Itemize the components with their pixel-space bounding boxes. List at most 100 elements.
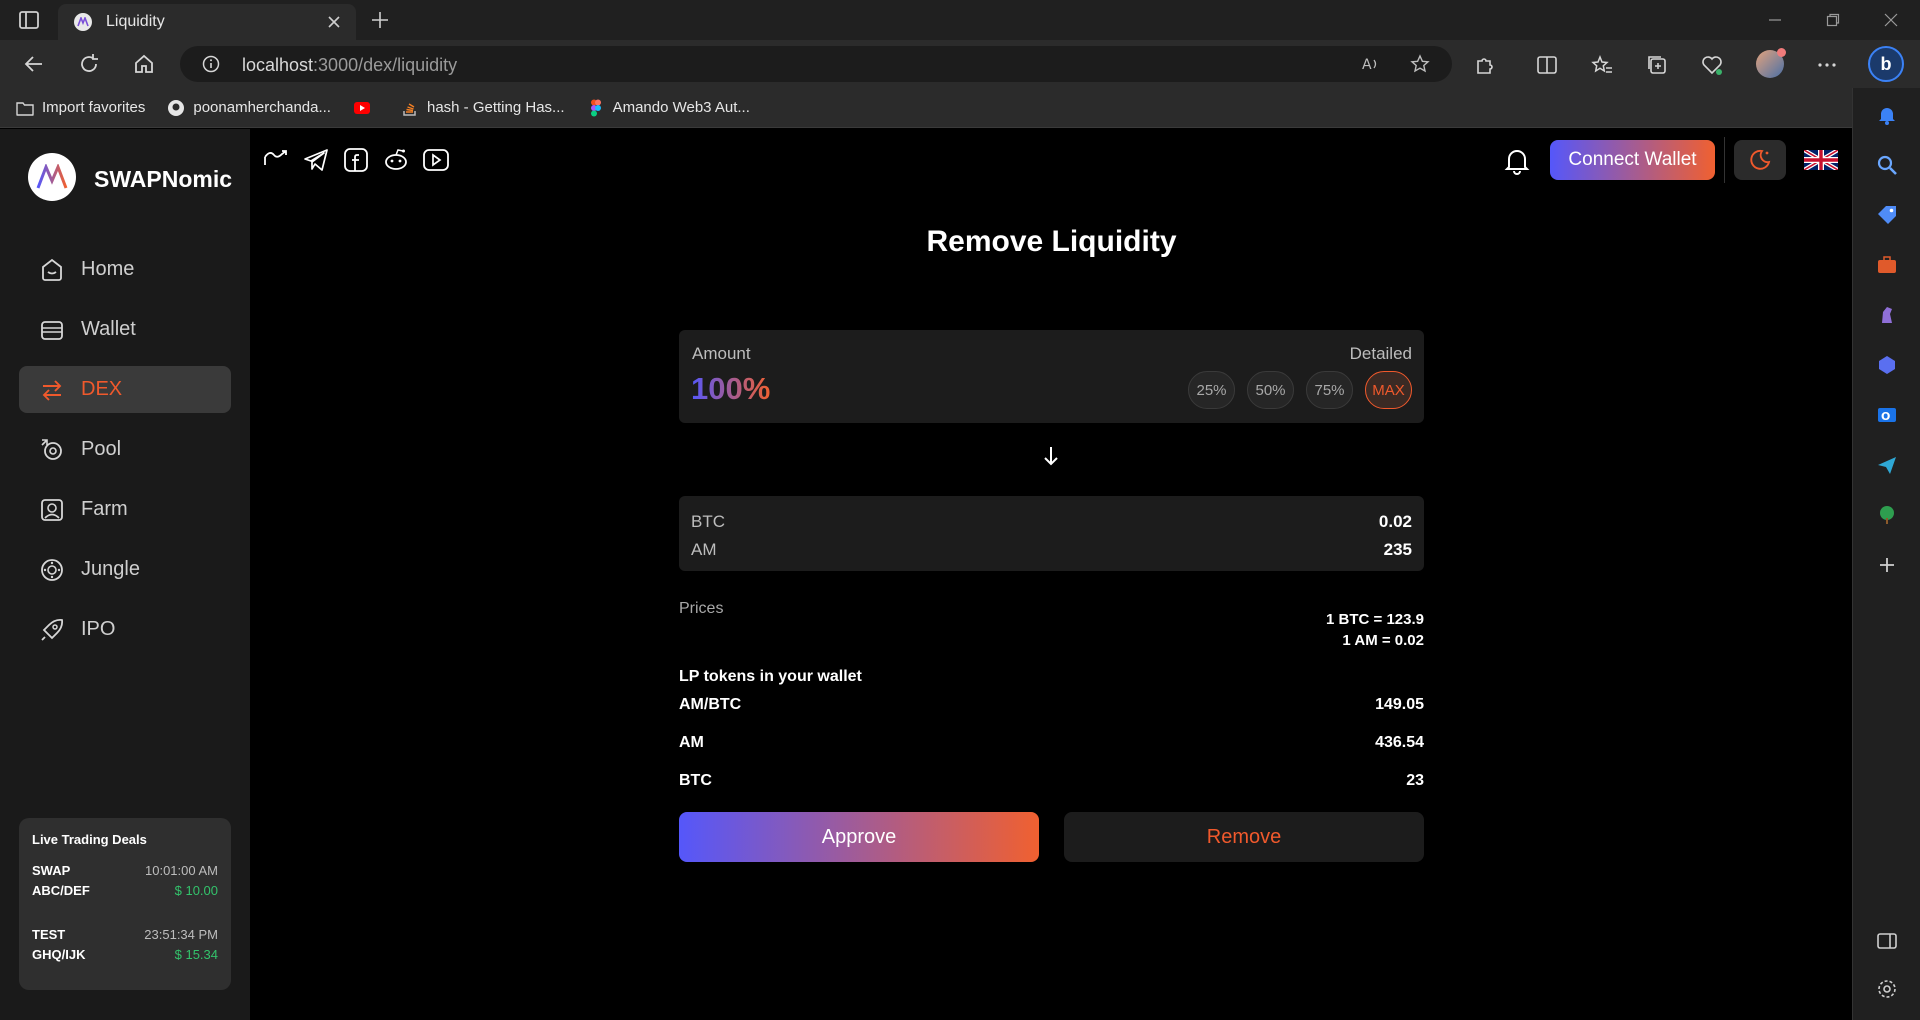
- url-bar[interactable]: localhost:3000/dex/liquidity A: [180, 46, 1452, 82]
- reddit-icon[interactable]: [382, 147, 410, 173]
- microsoft-365-icon[interactable]: [1876, 354, 1898, 376]
- nav-label: IPO: [81, 618, 116, 640]
- close-window-button[interactable]: [1862, 0, 1920, 40]
- collections-icon[interactable]: [1646, 54, 1668, 76]
- copilot-icon[interactable]: b: [1868, 46, 1904, 82]
- percent-buttons: 25% 50% 75% MAX: [1188, 371, 1412, 409]
- prices-values: 1 BTC = 123.9 1 AM = 0.02: [1326, 611, 1424, 649]
- pct-50-button[interactable]: 50%: [1247, 371, 1294, 409]
- pct-75-button[interactable]: 75%: [1306, 371, 1353, 409]
- refresh-icon[interactable]: [77, 52, 101, 76]
- figma-icon: [590, 99, 601, 116]
- youtube-social-icon[interactable]: [422, 147, 450, 173]
- extensions-icon[interactable]: [1474, 54, 1496, 76]
- notification-bell-icon[interactable]: [1502, 146, 1532, 176]
- notifications-edge-icon[interactable]: [1876, 104, 1898, 126]
- nav-label: Home: [81, 258, 135, 280]
- profile-avatar[interactable]: [1756, 48, 1786, 78]
- home-icon: [42, 258, 62, 281]
- favorite-hash[interactable]: hash - Getting Has...: [401, 99, 565, 117]
- prices-label: Prices: [679, 600, 724, 617]
- settings-gear-icon[interactable]: [1876, 978, 1898, 1000]
- github-icon: [168, 99, 185, 116]
- favorite-youtube[interactable]: [353, 99, 379, 117]
- arrow-down-icon: [1044, 447, 1058, 466]
- nav-item-dex[interactable]: DEX: [19, 366, 231, 413]
- youtube-icon: [353, 101, 370, 114]
- folder-import-icon: [16, 101, 34, 116]
- swap-logo-social-icon[interactable]: [262, 147, 290, 173]
- deal-item[interactable]: TEST 23:51:34 PM GHQ/IJK $ 15.34: [32, 925, 218, 965]
- detailed-toggle[interactable]: Detailed: [1350, 344, 1412, 364]
- favorite-github[interactable]: poonamherchanda...: [167, 99, 331, 117]
- brand-logo[interactable]: [28, 153, 76, 201]
- nav-item-jungle[interactable]: Jungle: [19, 546, 231, 593]
- nav-item-ipo[interactable]: IPO: [19, 606, 231, 653]
- tab-title: Liquidity: [106, 13, 165, 30]
- token-row: BTC 0.02: [691, 512, 1412, 531]
- rocket-icon: [41, 618, 64, 641]
- nav-item-pool[interactable]: Pool: [19, 426, 231, 473]
- tab-actions-icon[interactable]: [18, 10, 40, 30]
- new-tab-icon[interactable]: [370, 10, 390, 30]
- moon-icon: [1750, 149, 1771, 170]
- favorite-import[interactable]: Import favorites: [16, 99, 145, 117]
- nav-item-wallet[interactable]: Wallet: [19, 306, 231, 353]
- more-options-icon[interactable]: [1816, 54, 1838, 76]
- games-chess-icon[interactable]: [1876, 304, 1898, 326]
- nav-label: Wallet: [81, 318, 136, 340]
- wallet-icon: [41, 320, 63, 340]
- token-row: AM 235: [691, 540, 1412, 559]
- site-info-icon[interactable]: [202, 55, 220, 73]
- svg-text:A: A: [1362, 57, 1372, 73]
- add-sidebar-icon[interactable]: [1876, 554, 1898, 576]
- nav-item-farm[interactable]: Farm: [19, 486, 231, 533]
- amount-card: Amount Detailed 100% 25% 50% 75% MAX: [679, 330, 1424, 423]
- tools-briefcase-icon[interactable]: [1876, 254, 1898, 276]
- window-controls: [1746, 0, 1920, 40]
- pct-max-button[interactable]: MAX: [1365, 371, 1412, 409]
- tree-icon[interactable]: [1876, 504, 1898, 526]
- lp-row: BTC 23: [679, 772, 1424, 789]
- topbar-divider: [1724, 137, 1725, 183]
- jungle-icon: [41, 558, 63, 581]
- address-bar-row: localhost:3000/dex/liquidity A b: [0, 40, 1920, 88]
- close-tab-icon[interactable]: [326, 14, 342, 30]
- browser-tab[interactable]: Liquidity: [58, 4, 356, 40]
- minimize-button[interactable]: [1746, 0, 1804, 40]
- outlook-icon[interactable]: O: [1876, 404, 1898, 426]
- lp-row: AM/BTC 149.05: [679, 696, 1424, 713]
- send-plane-icon[interactable]: [1876, 454, 1898, 476]
- stackoverflow-icon: [403, 102, 416, 116]
- restore-button[interactable]: [1804, 0, 1862, 40]
- lp-row: AM 436.54: [679, 734, 1424, 751]
- nav-item-home[interactable]: Home: [19, 246, 231, 293]
- home-browser-icon[interactable]: [132, 52, 156, 76]
- browser-tab-bar: Liquidity: [0, 0, 1920, 40]
- page-title: Remove Liquidity: [926, 225, 1177, 258]
- theme-toggle-button[interactable]: [1734, 140, 1786, 180]
- deal-item[interactable]: SWAP 10:01:00 AM ABC/DEF $ 10.00: [32, 861, 218, 901]
- favorite-figma[interactable]: Amando Web3 Aut...: [587, 99, 750, 117]
- back-icon[interactable]: [22, 52, 46, 76]
- split-screen-icon[interactable]: [1536, 54, 1558, 76]
- telegram-icon[interactable]: [302, 147, 330, 173]
- svg-text:O: O: [1881, 410, 1890, 423]
- pct-25-button[interactable]: 25%: [1188, 371, 1235, 409]
- favorites-icon[interactable]: [1591, 54, 1613, 76]
- uk-flag-icon[interactable]: [1804, 150, 1838, 170]
- edge-sidebar: O: [1852, 88, 1920, 1020]
- amount-value: 100%: [691, 371, 771, 406]
- facebook-icon[interactable]: [342, 147, 370, 173]
- favorite-star-icon[interactable]: [1410, 54, 1430, 74]
- search-edge-icon[interactable]: [1876, 154, 1898, 176]
- farm-icon: [41, 498, 63, 521]
- shopping-tag-icon[interactable]: [1876, 204, 1898, 226]
- remove-button[interactable]: Remove: [1064, 812, 1424, 862]
- read-aloud-icon[interactable]: A: [1360, 54, 1380, 74]
- sidebar-panel-icon[interactable]: [1876, 930, 1898, 952]
- browser-essentials-icon[interactable]: [1701, 54, 1723, 76]
- connect-wallet-button[interactable]: Connect Wallet: [1550, 140, 1715, 180]
- approve-button[interactable]: Approve: [679, 812, 1039, 862]
- nav-label: Jungle: [81, 558, 140, 580]
